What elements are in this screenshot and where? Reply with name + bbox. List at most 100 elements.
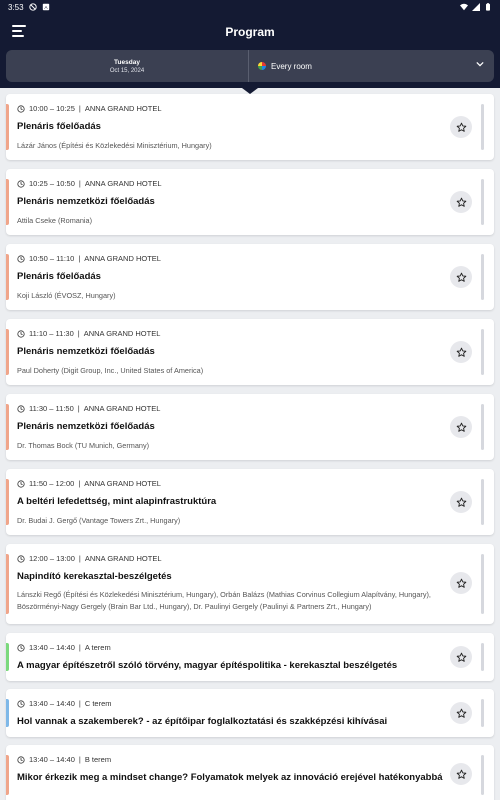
session-card[interactable]: 13:40 – 14:40 | A terem A magyar építészetr… bbox=[6, 633, 494, 681]
card-divider bbox=[481, 699, 484, 727]
card-divider bbox=[481, 554, 484, 614]
star-icon bbox=[456, 769, 466, 779]
meta-separator: | bbox=[78, 643, 81, 652]
wifi-icon bbox=[460, 3, 468, 11]
track-color-bar bbox=[6, 755, 9, 795]
session-card[interactable]: 13:40 – 14:40 | C terem Hol vannak a szakem… bbox=[6, 689, 494, 737]
session-title: Napindító kerekasztal-beszélgetés bbox=[17, 571, 172, 582]
app-bar: Program bbox=[0, 14, 500, 50]
session-title: A magyar építészetről szóló törvény, mag… bbox=[17, 660, 398, 671]
session-speakers: Dr. Budai J. Gergő (Vantage Towers Zrt.,… bbox=[17, 516, 181, 525]
session-room: ANNA GRAND HOTEL bbox=[83, 404, 161, 413]
track-color-bar bbox=[6, 404, 9, 450]
date-selector[interactable]: Tuesday Oct 15, 2024 bbox=[6, 50, 249, 82]
session-card[interactable]: 11:30 – 11:50 | ANNA GRAND HOTEL Plenáris n… bbox=[6, 394, 494, 460]
favorite-button[interactable] bbox=[450, 116, 472, 138]
session-title: Plenáris főelőadás bbox=[17, 121, 101, 132]
session-room: C terem bbox=[84, 699, 112, 708]
chevron-down-icon bbox=[476, 61, 484, 67]
clock-icon bbox=[17, 479, 25, 488]
track-color-bar bbox=[6, 479, 9, 525]
star-icon bbox=[456, 578, 466, 588]
card-divider bbox=[481, 104, 484, 150]
session-title: Plenáris nemzetközi főelőadás bbox=[17, 421, 155, 432]
favorite-button[interactable] bbox=[450, 416, 472, 438]
session-meta: 11:50 – 12:00 | ANNA GRAND HOTEL bbox=[17, 479, 161, 488]
page-title: Program bbox=[225, 25, 275, 39]
clock-icon bbox=[17, 643, 25, 652]
room-selector[interactable]: Every room bbox=[249, 50, 494, 82]
session-meta: 13:40 – 14:40 | B terem bbox=[17, 755, 111, 764]
meta-separator: | bbox=[77, 329, 80, 338]
session-time: 10:25 – 10:50 bbox=[29, 179, 75, 188]
session-speakers: Paul Doherty (Digit Group, Inc., United … bbox=[17, 366, 204, 375]
session-title: Plenáris főelőadás bbox=[17, 271, 101, 282]
favorite-button[interactable] bbox=[450, 702, 472, 724]
session-card[interactable]: 13:40 – 14:40 | B terem Mikor érkezik meg a… bbox=[6, 745, 494, 800]
favorite-button[interactable] bbox=[450, 266, 472, 288]
star-icon bbox=[456, 272, 466, 282]
session-room: ANNA GRAND HOTEL bbox=[84, 479, 161, 488]
day-label: Tuesday bbox=[114, 58, 140, 66]
session-card[interactable]: 10:50 – 11:10 | ANNA GRAND HOTEL Plenáris f… bbox=[6, 244, 494, 310]
session-card[interactable]: 11:50 – 12:00 | ANNA GRAND HOTEL A beltéri … bbox=[6, 469, 494, 535]
session-card[interactable]: 10:25 – 10:50 | ANNA GRAND HOTEL Plenáris n… bbox=[6, 169, 494, 235]
session-title: Hol vannak a szakemberek? - az építőipar… bbox=[17, 716, 388, 727]
session-card[interactable]: 11:10 – 11:30 | ANNA GRAND HOTEL Plenáris n… bbox=[6, 319, 494, 385]
meta-separator: | bbox=[78, 479, 81, 488]
card-divider bbox=[481, 404, 484, 450]
session-room: ANNA GRAND HOTEL bbox=[84, 104, 162, 113]
clock-icon bbox=[17, 104, 25, 113]
room-color-icon bbox=[258, 62, 266, 70]
clock-icon bbox=[17, 329, 25, 338]
session-room: ANNA GRAND HOTEL bbox=[83, 329, 161, 338]
card-divider bbox=[481, 755, 484, 795]
star-icon bbox=[456, 422, 466, 432]
clock-icon bbox=[17, 179, 25, 188]
track-color-bar bbox=[6, 179, 9, 225]
clock-icon bbox=[17, 755, 25, 764]
session-meta: 13:40 – 14:40 | C terem bbox=[17, 699, 112, 708]
card-divider bbox=[481, 179, 484, 225]
track-color-bar bbox=[6, 104, 9, 150]
favorite-button[interactable] bbox=[450, 646, 472, 668]
menu-icon[interactable] bbox=[12, 25, 26, 37]
favorite-button[interactable] bbox=[450, 572, 472, 594]
status-bar: 3:53 A bbox=[0, 0, 500, 14]
meta-separator: | bbox=[78, 699, 81, 708]
session-title: Plenáris nemzetközi főelőadás bbox=[17, 196, 155, 207]
card-divider bbox=[481, 643, 484, 671]
session-title: Mikor érkezik meg a mindset change? Foly… bbox=[17, 772, 443, 783]
session-meta: 11:30 – 11:50 | ANNA GRAND HOTEL bbox=[17, 404, 160, 413]
battery-icon bbox=[486, 3, 490, 11]
session-time: 12:00 – 13:00 bbox=[29, 554, 75, 563]
card-divider bbox=[481, 479, 484, 525]
meta-separator: | bbox=[78, 254, 81, 263]
session-meta: 10:25 – 10:50 | ANNA GRAND HOTEL bbox=[17, 179, 162, 188]
meta-separator: | bbox=[78, 755, 81, 764]
meta-separator: | bbox=[77, 404, 80, 413]
filter-bar-container: Tuesday Oct 15, 2024 Every room bbox=[0, 50, 500, 94]
clock-icon bbox=[17, 254, 25, 263]
filter-bar: Tuesday Oct 15, 2024 Every room bbox=[6, 50, 494, 82]
session-title: A beltéri lefedettség, mint alapinfrastr… bbox=[17, 496, 217, 507]
session-speakers: Lánszki Regő (Építési és Közlekedési Min… bbox=[17, 590, 431, 611]
status-time: 3:53 bbox=[8, 2, 24, 12]
session-time: 10:50 – 11:10 bbox=[29, 254, 75, 263]
session-time: 11:10 – 11:30 bbox=[29, 329, 74, 338]
star-icon bbox=[456, 497, 466, 507]
favorite-button[interactable] bbox=[450, 341, 472, 363]
track-color-bar bbox=[6, 699, 9, 727]
session-card[interactable]: 10:00 – 10:25 | ANNA GRAND HOTEL Plenáris f… bbox=[6, 94, 494, 160]
session-title: Plenáris nemzetközi főelőadás bbox=[17, 346, 155, 357]
session-time: 13:40 – 14:40 bbox=[29, 755, 75, 764]
favorite-button[interactable] bbox=[450, 763, 472, 785]
star-icon bbox=[456, 652, 466, 662]
card-divider bbox=[481, 329, 484, 375]
session-card[interactable]: 12:00 – 13:00 | ANNA GRAND HOTEL Napindító … bbox=[6, 544, 494, 624]
star-icon bbox=[456, 347, 466, 357]
favorite-button[interactable] bbox=[450, 191, 472, 213]
session-time: 13:40 – 14:40 bbox=[29, 643, 75, 652]
favorite-button[interactable] bbox=[450, 491, 472, 513]
session-speakers: Attila Cseke (Romania) bbox=[17, 216, 93, 225]
